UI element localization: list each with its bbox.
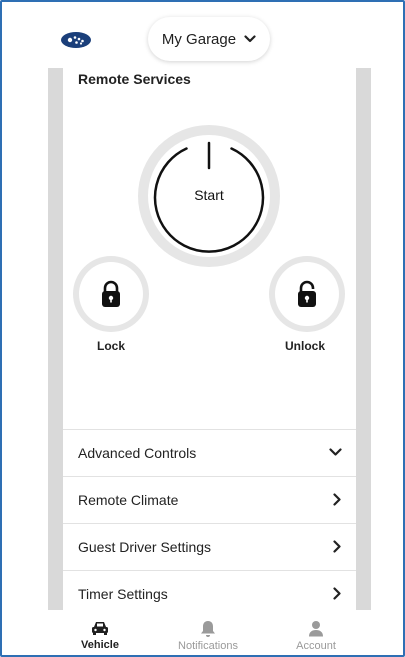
section-title: Remote Services: [78, 71, 191, 87]
bell-icon: [201, 621, 215, 637]
unlock-button-face: [275, 262, 339, 326]
main-content: Remote Services Start Lock Unlock Advanc…: [48, 68, 371, 616]
chevron-right-icon: [333, 587, 341, 600]
unlock-button[interactable]: [269, 256, 345, 332]
chevron-right-icon: [333, 493, 341, 506]
menu-advanced-controls[interactable]: Advanced Controls: [63, 429, 356, 475]
nav-label: Account: [296, 640, 336, 652]
chevron-down-icon: [329, 448, 342, 456]
subaru-logo-icon: [61, 32, 91, 48]
chevron-right-icon: [333, 540, 341, 553]
person-icon: [309, 621, 323, 637]
menu-item-label: Advanced Controls: [78, 444, 197, 461]
chevron-down-icon: [244, 35, 256, 43]
my-garage-label: My Garage: [161, 30, 237, 48]
lock-label: Lock: [97, 339, 126, 353]
app-frame: My Garage Remote Services Start Lock Unl…: [0, 0, 405, 657]
menu-guest-driver-settings[interactable]: Guest Driver Settings: [63, 523, 356, 569]
menu-item-label: Timer Settings: [78, 585, 168, 602]
lock-button-face: [79, 262, 143, 326]
unlock-icon: [298, 280, 316, 307]
start-label: Start: [194, 187, 224, 203]
menu-remote-climate[interactable]: Remote Climate: [63, 476, 356, 522]
lock-button[interactable]: [73, 256, 149, 332]
my-garage-dropdown[interactable]: My Garage: [148, 17, 270, 61]
nav-vehicle[interactable]: Vehicle: [50, 610, 150, 655]
nav-notifications[interactable]: Notifications: [158, 610, 258, 655]
remote-services-panel: Remote Services Start Lock Unlock Advanc…: [63, 68, 356, 616]
header: My Garage: [2, 2, 403, 68]
unlock-label: Unlock: [285, 339, 326, 353]
menu-item-label: Guest Driver Settings: [78, 538, 212, 555]
lock-icon: [102, 280, 120, 307]
nav-account[interactable]: Account: [266, 610, 366, 655]
car-icon: [92, 622, 108, 635]
menu-item-label: Remote Climate: [78, 491, 179, 508]
bottom-nav: Vehicle Notifications Account: [2, 610, 403, 655]
nav-label: Vehicle: [81, 639, 119, 651]
nav-label: Notifications: [178, 640, 238, 652]
start-button[interactable]: Start: [138, 125, 280, 267]
